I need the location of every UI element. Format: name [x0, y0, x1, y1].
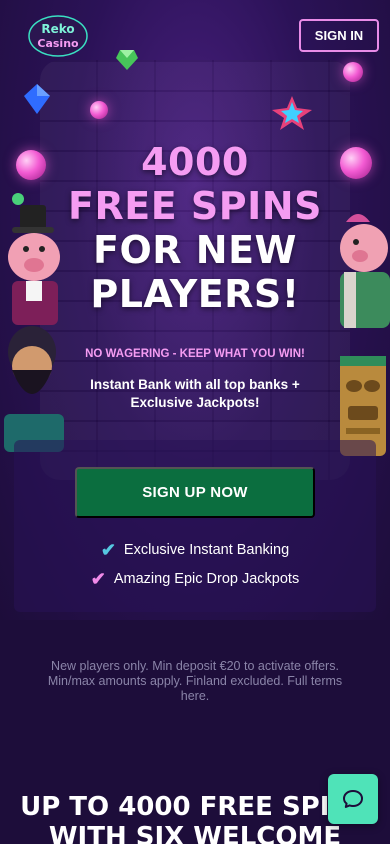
live-chat-button[interactable] [328, 774, 378, 824]
headline-line-for-new: FOR NEW [93, 228, 297, 272]
terms-disclaimer[interactable]: New players only. Min deposit €20 to act… [35, 659, 355, 704]
pink-orb [343, 62, 363, 82]
feature-label: Exclusive Instant Banking [123, 542, 290, 558]
welcome-offer-title-line-2: WITH SIX WELCOME [48, 822, 342, 844]
pink-orb [90, 101, 108, 119]
headline-line-free-spins: FREE SPINS [68, 184, 322, 228]
feature-item-epic-drop-jackpots: ✔ Amazing Epic Drop Jackpots [0, 568, 390, 590]
feature-item-instant-banking: ✔ Exclusive Instant Banking [0, 539, 390, 561]
sign-up-now-button[interactable]: SIGN UP NOW [75, 467, 315, 518]
sign-in-button[interactable]: SIGN IN [299, 19, 379, 52]
instant-bank-line-1: Instant Bank with all top banks + [90, 377, 300, 392]
headline-line-players: PLAYERS! [90, 272, 300, 316]
check-icon: ✔ [90, 569, 106, 589]
reko-casino-logo[interactable]: Reko Casino [28, 14, 88, 58]
green-gem-icon [116, 50, 138, 70]
instant-bank-text: Instant Bank with all top banks + Exclus… [70, 376, 320, 412]
chat-bubble-icon [343, 790, 363, 808]
headline-line-4000: 4000 [141, 140, 249, 184]
no-wagering-text: NO WAGERING - KEEP WHAT YOU WIN! [85, 348, 305, 360]
logo-text-top: Reko [41, 22, 74, 36]
logo-text-bottom: Casino [37, 37, 79, 50]
blue-gem-icon [24, 84, 50, 114]
bearded-man-character-illustration [4, 326, 64, 452]
hero-headline: 4000 FREE SPINS FOR NEW PLAYERS! [0, 140, 390, 316]
feature-label: Amazing Epic Drop Jackpots [113, 571, 300, 587]
check-icon: ✔ [100, 540, 116, 560]
star-gem-icon [272, 96, 312, 130]
instant-bank-line-2: Exclusive Jackpots! [130, 395, 260, 410]
